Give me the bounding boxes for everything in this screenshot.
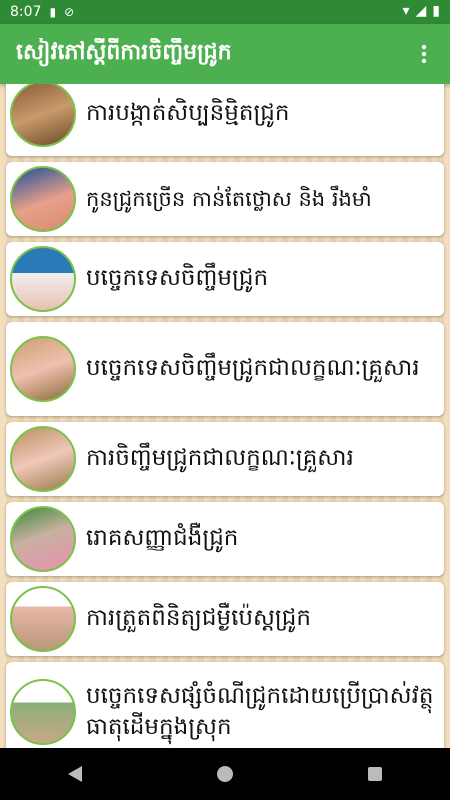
back-triangle-icon: [68, 766, 82, 782]
recents-button[interactable]: [345, 754, 405, 794]
list-item[interactable]: បច្ចេកទេសផ្សំចំណីជ្រូកដោយប្រើប្រាស់វត្ថុ…: [6, 662, 444, 748]
sd-card-icon: ▮: [49, 5, 57, 19]
list-item[interactable]: រោគសញ្ញាជំងឺជ្រូក: [6, 502, 444, 576]
thumbnail-image: [10, 426, 76, 492]
list-item[interactable]: បច្ចេកទេសចិញ្ចឹមជ្រូក: [6, 242, 444, 316]
list-item-label: ការចិញ្ចឹមជ្រូកជាលក្ខណៈគ្រួសារ: [86, 445, 354, 472]
list-item-label: ការបង្កាត់សិប្បនិម្មិតជ្រូក: [86, 100, 290, 127]
list-item[interactable]: បច្ចេកទេសចិញ្ចឹមជ្រូកជាលក្ខណៈគ្រួសារ: [6, 322, 444, 416]
list-item[interactable]: ការបង្កាត់សិប្បនិម្មិតជ្រូក: [6, 84, 444, 156]
page-title: សៀវភៅស្តីពីការចិញ្ចឹមជ្រូក: [16, 40, 232, 65]
list-item-label: រោគសញ្ញាជំងឺជ្រូក: [86, 525, 239, 552]
thumbnail-image: [10, 84, 76, 147]
status-time: 8:07: [10, 4, 42, 20]
list-item-label: បច្ចេកទេសចិញ្ចឹមជ្រូក: [86, 265, 269, 292]
list-item[interactable]: កូនជ្រូកច្រើន កាន់តែថ្លោស និង រឹងមាំ: [6, 162, 444, 236]
status-bar: 8:07 ▮ ⊘ ▾ ◢ ▮: [0, 0, 450, 24]
overflow-menu-button[interactable]: [406, 36, 442, 72]
more-vert-icon: [421, 44, 427, 64]
wifi-icon: ▾: [402, 3, 410, 19]
sync-icon: ⊘: [64, 5, 75, 19]
signal-icon: ◢: [415, 3, 427, 19]
topic-list[interactable]: ការបង្កាត់សិប្បនិម្មិតជ្រូក កូនជ្រូកច្រើ…: [0, 84, 450, 748]
system-nav-bar: [0, 748, 450, 800]
list-item-label: បច្ចេកទេសចិញ្ចឹមជ្រូកជាលក្ខណៈគ្រួសារ: [86, 355, 420, 382]
battery-icon: ▮: [432, 3, 440, 19]
list-item-label: ការត្រួតពិនិត្យជម្ងឺប៉េស្តជ្រូក: [86, 605, 311, 632]
list-item[interactable]: ការត្រួតពិនិត្យជម្ងឺប៉េស្តជ្រូក: [6, 582, 444, 656]
thumbnail-image: [10, 336, 76, 402]
list-item-label: កូនជ្រូកច្រើន កាន់តែថ្លោស និង រឹងមាំ: [86, 186, 372, 211]
home-circle-icon: [217, 766, 233, 782]
recents-square-icon: [368, 767, 382, 781]
home-button[interactable]: [195, 754, 255, 794]
thumbnail-image: [10, 506, 76, 572]
thumbnail-image: [10, 586, 76, 652]
thumbnail-image: [10, 166, 76, 232]
app-bar: សៀវភៅស្តីពីការចិញ្ចឹមជ្រូក: [0, 24, 450, 84]
list-item-label: បច្ចេកទេសផ្សំចំណីជ្រូកដោយប្រើប្រាស់វត្ថុ…: [86, 682, 434, 740]
back-button[interactable]: [45, 754, 105, 794]
thumbnail-image: [10, 679, 76, 745]
thumbnail-image: [10, 246, 76, 312]
list-item[interactable]: ការចិញ្ចឹមជ្រូកជាលក្ខណៈគ្រួសារ: [6, 422, 444, 496]
